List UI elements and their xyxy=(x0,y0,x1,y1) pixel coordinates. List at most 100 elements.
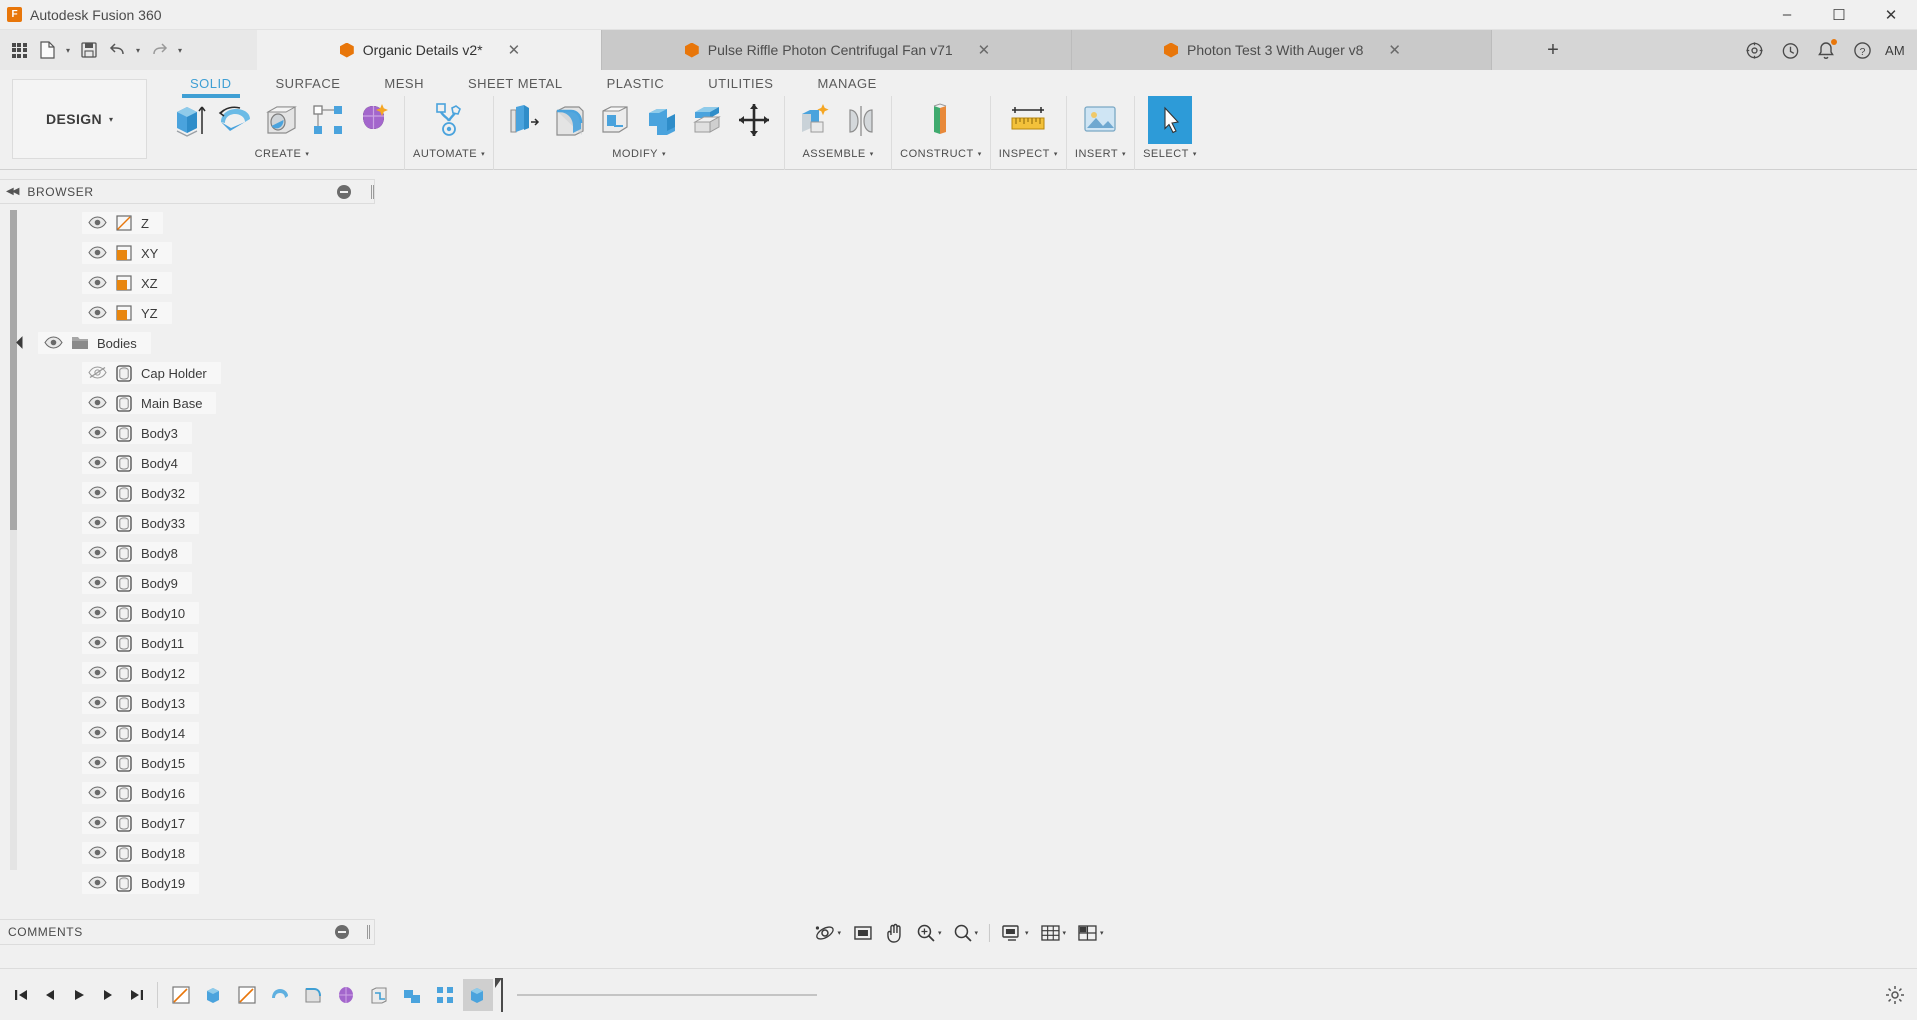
ribbon-group-label-select[interactable]: SELECT ▾ xyxy=(1143,148,1197,160)
visibility-on-icon[interactable] xyxy=(88,276,107,290)
tree-item-chip[interactable]: Cap Holder xyxy=(82,362,221,384)
ribbon-group-label-modify[interactable]: MODIFY ▾ xyxy=(612,148,666,160)
display-settings-button[interactable]: ▾ xyxy=(997,919,1033,947)
timeline-marker[interactable] xyxy=(495,977,509,1012)
visibility-on-icon[interactable] xyxy=(88,876,107,890)
tree-item-chip[interactable]: Z xyxy=(82,212,163,234)
shell-icon[interactable] xyxy=(594,96,638,144)
timeline-form-feature[interactable] xyxy=(331,979,361,1011)
offset-face-icon[interactable] xyxy=(686,96,730,144)
minimize-button[interactable]: – xyxy=(1761,0,1813,30)
timeline-sketch2-feature[interactable] xyxy=(232,979,262,1011)
measure-icon[interactable] xyxy=(1006,96,1050,144)
help-icon[interactable]: ? xyxy=(1845,30,1879,70)
visibility-on-icon[interactable] xyxy=(88,786,107,800)
browser-tree-item[interactable]: Body17 xyxy=(0,808,375,838)
document-tab-close-icon[interactable]: ✕ xyxy=(1388,41,1401,59)
minimize-panel-icon[interactable] xyxy=(335,925,349,939)
tab-utilities[interactable]: UTILITIES xyxy=(686,72,795,96)
timeline-revolve-feature[interactable] xyxy=(265,979,295,1011)
visibility-on-icon[interactable] xyxy=(88,216,107,230)
visibility-on-icon[interactable] xyxy=(88,846,107,860)
visibility-on-icon[interactable] xyxy=(44,336,63,350)
orbit-button[interactable]: ▾ xyxy=(809,919,845,947)
browser-tree-item[interactable]: YZ xyxy=(0,298,375,328)
tree-item-chip[interactable]: Body3 xyxy=(82,422,192,444)
select-cursor-icon[interactable] xyxy=(1147,96,1192,144)
viewports-button[interactable]: ▾ xyxy=(1073,919,1108,947)
browser-tree-item[interactable]: Body15 xyxy=(0,748,375,778)
go-to-beginning-button[interactable] xyxy=(8,982,33,1008)
document-tab-1[interactable]: Pulse Riffle Photon Centrifugal Fan v71 … xyxy=(602,30,1072,70)
browser-tree-item[interactable]: Body16 xyxy=(0,778,375,808)
tab-sheet-metal[interactable]: SHEET METAL xyxy=(446,72,585,96)
fit-button[interactable]: ▾ xyxy=(948,919,982,947)
gear-icon[interactable] xyxy=(1885,985,1905,1005)
visibility-on-icon[interactable] xyxy=(88,456,107,470)
visibility-on-icon[interactable] xyxy=(88,396,107,410)
visibility-off-icon[interactable] xyxy=(88,366,107,380)
tree-expander-icon[interactable] xyxy=(16,335,32,351)
visibility-on-icon[interactable] xyxy=(88,666,107,680)
double-left-arrow-icon[interactable]: ◀◀ xyxy=(6,186,19,197)
tree-item-chip[interactable]: Body17 xyxy=(82,812,200,834)
timeline-combine-feature[interactable] xyxy=(397,979,427,1011)
orange-cylinder-body[interactable] xyxy=(588,559,1340,773)
tree-item-chip[interactable]: YZ xyxy=(82,302,172,324)
tree-item-chip[interactable]: Body11 xyxy=(82,632,199,654)
tree-item-chip[interactable]: Body15 xyxy=(82,752,200,774)
sketch-plane-preview[interactable] xyxy=(968,624,1080,783)
offset-plane-icon[interactable] xyxy=(919,96,963,144)
visibility-on-icon[interactable] xyxy=(88,516,107,530)
viewcube-face[interactable]: RIGHT xyxy=(1807,218,1882,273)
tree-item-chip[interactable]: Body33 xyxy=(82,512,200,534)
tree-item-chip[interactable]: XZ xyxy=(82,272,172,294)
step-forward-button[interactable] xyxy=(95,982,120,1008)
new-tab-button[interactable]: + xyxy=(1547,39,1559,62)
view-cube[interactable]: Z RIGHT BT xyxy=(1790,193,1895,288)
tree-item-chip[interactable]: Body16 xyxy=(82,782,200,804)
browser-tree-item[interactable]: XZ xyxy=(0,268,375,298)
ribbon-group-label-automate[interactable]: AUTOMATE ▾ xyxy=(413,148,485,160)
tree-item-chip[interactable]: Body9 xyxy=(82,572,192,594)
tree-item-chip[interactable]: Bodies xyxy=(38,332,151,354)
maximize-button[interactable]: ☐ xyxy=(1813,0,1865,30)
tree-item-chip[interactable]: Body19 xyxy=(82,872,200,894)
comments-panel[interactable]: COMMENTS xyxy=(0,919,375,945)
tree-item-chip[interactable]: Body14 xyxy=(82,722,200,744)
browser-tree-item[interactable]: Body18 xyxy=(0,838,375,868)
dark-solid-body[interactable] xyxy=(250,179,1917,699)
press-pull-icon[interactable] xyxy=(502,96,546,144)
document-tab-2[interactable]: Photon Test 3 With Auger v8 ✕ xyxy=(1072,30,1492,70)
look-at-button[interactable] xyxy=(848,919,878,947)
tree-item-chip[interactable]: Body13 xyxy=(82,692,200,714)
browser-tree-item[interactable]: Body8 xyxy=(0,538,375,568)
pan-hand-icon[interactable] xyxy=(881,919,909,947)
browser-tree-item[interactable]: Body32 xyxy=(0,478,375,508)
zoom-button[interactable]: ▾ xyxy=(912,919,946,947)
origin-point[interactable] xyxy=(963,770,970,777)
timeline-shell-feature[interactable] xyxy=(364,979,394,1011)
fillet-icon[interactable] xyxy=(548,96,592,144)
browser-tree-item[interactable]: Body13 xyxy=(0,688,375,718)
browser-tree-item[interactable]: Cap Holder xyxy=(0,358,375,388)
go-to-end-button[interactable] xyxy=(124,982,149,1008)
browser-tree-item[interactable]: Bodies xyxy=(0,328,375,358)
browser-tree-item[interactable]: Body3 xyxy=(0,418,375,448)
browser-tree-item[interactable]: Z xyxy=(0,208,375,238)
visibility-on-icon[interactable] xyxy=(88,546,107,560)
tree-item-chip[interactable]: Body12 xyxy=(82,662,200,684)
tab-plastic[interactable]: PLASTIC xyxy=(585,72,687,96)
extrude-icon[interactable] xyxy=(168,96,212,144)
save-icon[interactable] xyxy=(76,35,102,65)
visibility-on-icon[interactable] xyxy=(88,426,107,440)
tree-item-chip[interactable]: Body8 xyxy=(82,542,192,564)
timeline-sketch-feature[interactable] xyxy=(166,979,196,1011)
play-button[interactable] xyxy=(66,982,91,1008)
ribbon-group-label-create[interactable]: CREATE ▾ xyxy=(255,148,310,160)
tree-item-chip[interactable]: Body18 xyxy=(82,842,200,864)
tree-item-chip[interactable]: Body10 xyxy=(82,602,200,624)
panel-grip[interactable] xyxy=(367,925,370,939)
workspace-switcher[interactable]: DESIGN ▾ xyxy=(12,79,147,159)
create-form-icon[interactable] xyxy=(352,96,396,144)
